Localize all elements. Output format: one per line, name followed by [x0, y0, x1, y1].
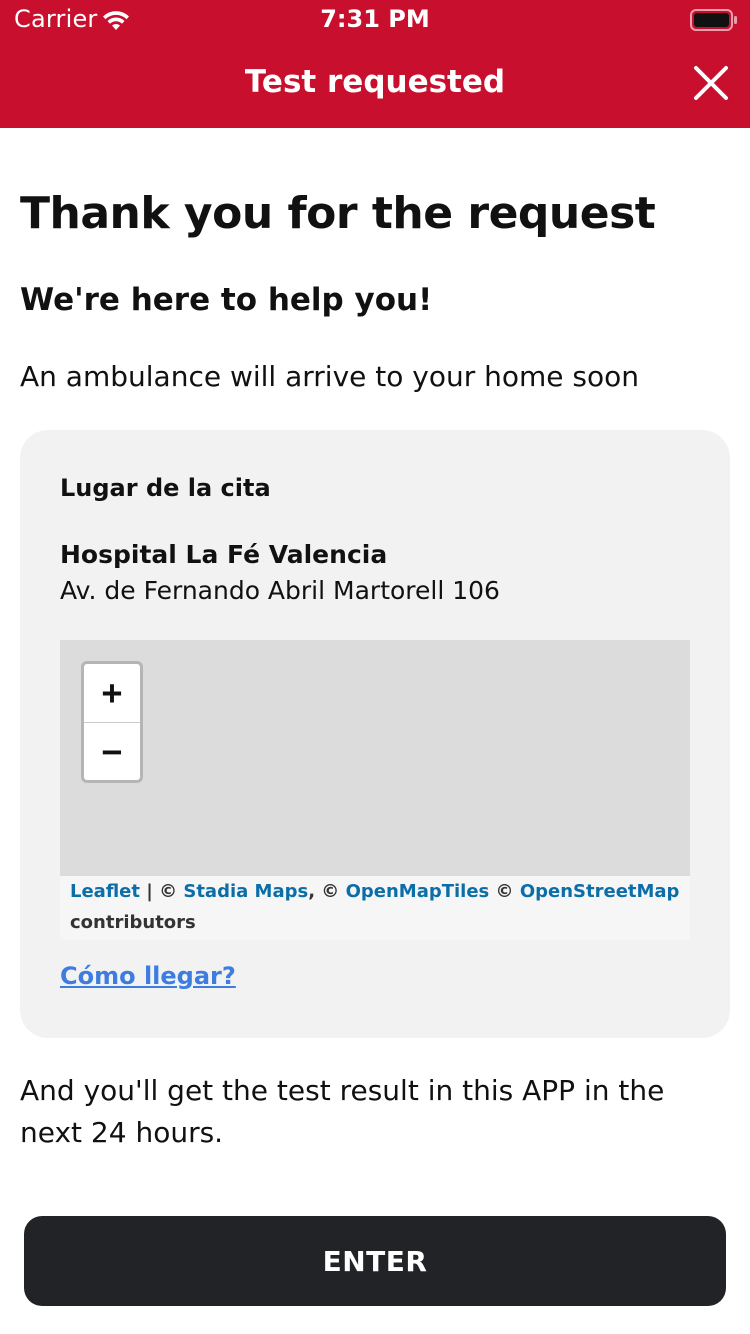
openstreetmap-link[interactable]: OpenStreetMap [520, 881, 680, 902]
status-bar: Carrier 7:31 PM [0, 0, 750, 40]
battery-icon [690, 9, 737, 31]
ambulance-message: An ambulance will arrive to your home so… [20, 360, 640, 393]
appointment-card: Lugar de la cita Hospital La Fé Valencia… [20, 430, 730, 1038]
close-icon[interactable] [690, 62, 732, 104]
clock: 7:31 PM [320, 5, 430, 33]
attribution-contributors: contributors [70, 912, 196, 933]
zoom-in-button[interactable]: + [84, 664, 140, 723]
help-subheading: We're here to help you! [20, 282, 433, 318]
place-name: Hospital La Fé Valencia [60, 540, 388, 569]
appointment-label: Lugar de la cita [60, 474, 271, 502]
openmaptiles-link[interactable]: OpenMapTiles [346, 881, 490, 902]
attribution-separator: © [489, 881, 520, 902]
screen: Carrier 7:31 PM Test requested Thank you… [0, 0, 750, 1334]
stadia-maps-link[interactable]: Stadia Maps [183, 881, 308, 902]
test-result-message: And you'll get the test result in this A… [20, 1074, 665, 1149]
attribution-separator: | © [139, 881, 184, 902]
attribution-separator: , © [308, 881, 346, 902]
header: Carrier 7:31 PM Test requested [0, 0, 750, 128]
zoom-control: + − [81, 661, 143, 783]
enter-button[interactable]: ENTER [24, 1216, 726, 1306]
page-title: Test requested [244, 64, 506, 100]
place-address: Av. de Fernando Abril Martorell 106 [60, 576, 500, 605]
leaflet-link[interactable]: Leaflet [70, 881, 140, 902]
directions-link[interactable]: Cómo llegar? [60, 962, 236, 990]
zoom-out-button[interactable]: − [84, 723, 140, 781]
map[interactable]: + − Leaflet | © Stadia Maps, © OpenMapTi… [60, 640, 690, 940]
map-attribution: Leaflet | © Stadia Maps, © OpenMapTiles … [60, 876, 690, 940]
thank-you-heading: Thank you for the request [20, 188, 656, 239]
